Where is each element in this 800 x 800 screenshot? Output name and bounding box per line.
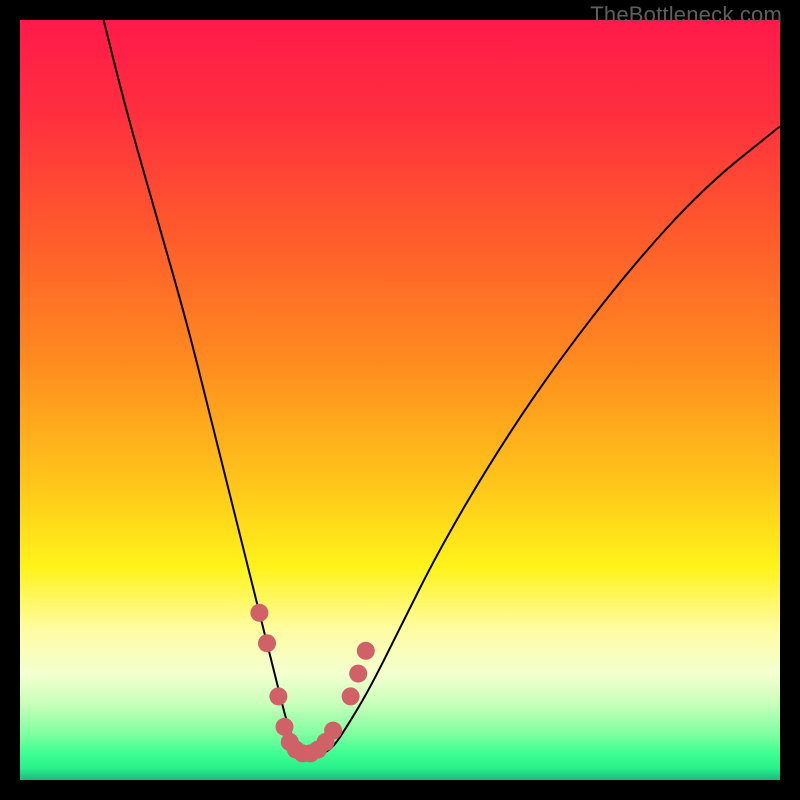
chart-frame: TheBottleneck.com [0, 0, 800, 800]
chart-plot-area [20, 20, 780, 780]
data-dot [258, 634, 276, 652]
data-dot [342, 687, 360, 705]
watermark-text: TheBottleneck.com [590, 2, 782, 28]
data-dot [324, 722, 342, 740]
data-dot [357, 642, 375, 660]
chart-svg [20, 20, 780, 780]
data-dot [250, 604, 268, 622]
data-dot [269, 687, 287, 705]
data-dot [349, 665, 367, 683]
